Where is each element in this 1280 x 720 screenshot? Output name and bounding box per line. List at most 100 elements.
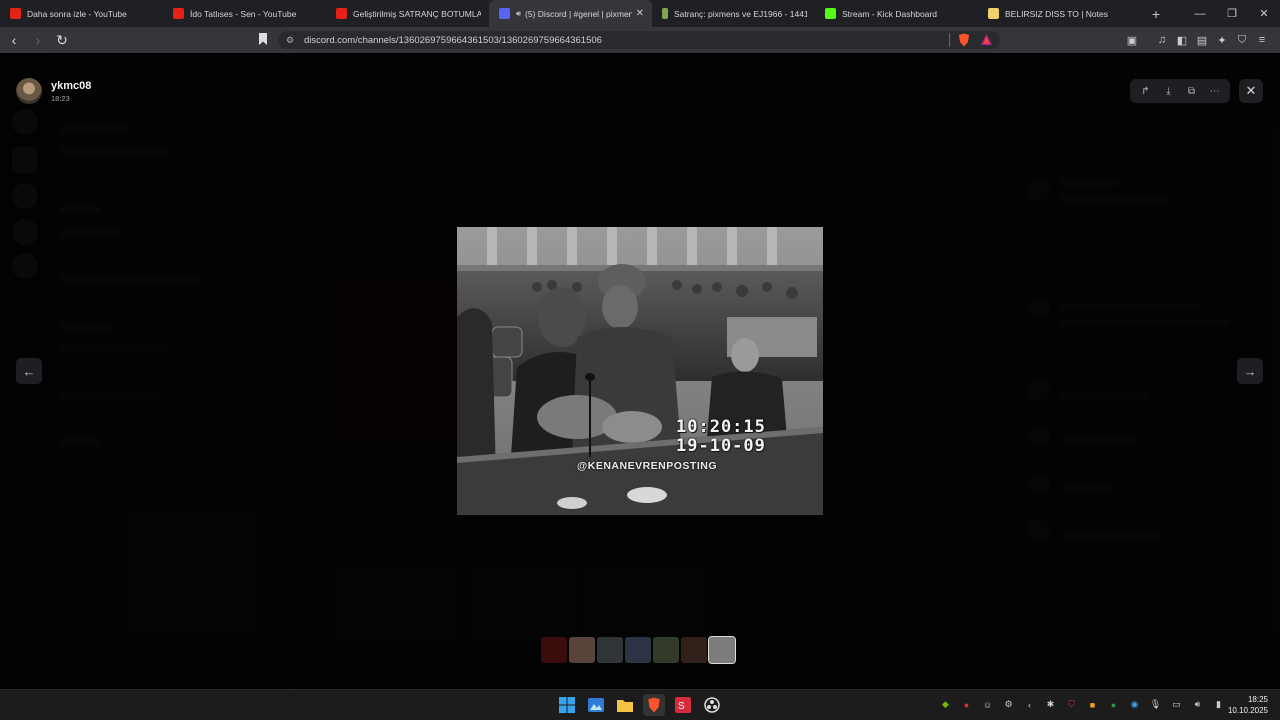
close-viewer-button[interactable]: ✕ <box>1239 79 1263 103</box>
audio-icon: 🔊︎ <box>516 8 522 18</box>
reload-icon[interactable]: ↻ <box>52 30 72 50</box>
open-external-icon[interactable]: ⧉ <box>1184 86 1200 97</box>
volume-icon[interactable]: 🔊︎ <box>1190 697 1205 712</box>
url-text: discord.com/channels/1360269759664361503… <box>304 34 602 46</box>
uploader-name: ykmc08 <box>51 79 92 92</box>
screenshot-icon[interactable]: ▣ <box>1124 32 1140 48</box>
restore-icon[interactable]: ❐ <box>1216 0 1248 27</box>
tab-youtube-watch-later[interactable]: Daha sonra izle - YouTube <box>0 0 163 27</box>
update-icon[interactable]: ● <box>1106 697 1121 712</box>
new-tab-button[interactable]: + <box>1145 0 1167 27</box>
forward-icon[interactable]: › <box>28 30 48 50</box>
back-icon[interactable]: ‹ <box>4 30 24 50</box>
close-window-icon[interactable]: ✕ <box>1248 0 1280 27</box>
steam-icon[interactable]: ⚙ <box>1001 697 1016 712</box>
system-tray: ◆ ● ☺ ⚙ ‹ ✱ ⛉ ■ ● ◉ 🎙︎ ▭ 🔊︎ ▮ <box>938 697 1226 712</box>
widgets-icon[interactable] <box>585 694 607 716</box>
tab-strip: Daha sonra izle - YouTube İdo Tatlıses -… <box>0 0 1280 27</box>
vpn-icon[interactable]: ⛉ <box>1234 32 1250 48</box>
media-icon[interactable]: ♫ <box>1154 32 1170 48</box>
bluetooth-icon[interactable]: ✱ <box>1043 697 1058 712</box>
tab-title: Geliştirilmiş SATRANÇ BOTUMLA MA <box>353 8 481 19</box>
tab-title: Daha sonra izle - YouTube <box>27 8 127 19</box>
youtube-icon <box>173 8 184 19</box>
thumbnail[interactable] <box>681 637 707 663</box>
file-explorer-icon[interactable] <box>614 694 636 716</box>
address-bar[interactable]: ⚙ discord.com/channels/13602697596643615… <box>278 31 1000 49</box>
leo-ai-icon[interactable]: ✦ <box>1214 32 1230 48</box>
tab-chess[interactable]: Satranç: pixmens ve EJ1966 - 14412 <box>652 0 815 27</box>
media-watermark: @KENANEVRENPOSTING <box>577 460 718 472</box>
tab-kick[interactable]: Stream - Kick Dashboard <box>815 0 978 27</box>
tab-title: Stream - Kick Dashboard <box>842 8 937 19</box>
discord-icon <box>499 8 510 19</box>
menu-icon[interactable]: ≡ <box>1254 32 1270 48</box>
obs-icon[interactable] <box>701 694 723 716</box>
app-icon[interactable]: S <box>672 694 694 716</box>
thumbnail-selected[interactable] <box>708 636 736 664</box>
chevron-left-icon[interactable]: ‹ <box>1022 697 1037 712</box>
upload-time: 18:23 <box>51 93 70 103</box>
network-icon[interactable]: ◉ <box>1127 697 1142 712</box>
next-media-button[interactable]: → <box>1237 358 1263 384</box>
windows-taskbar: S ◆ ● ☺ ⚙ ‹ ✱ ⛉ ■ ● ◉ 🎙︎ ▭ 🔊︎ ▮ 18:25 10… <box>0 689 1280 720</box>
wallet-icon[interactable]: ▤ <box>1194 32 1210 48</box>
tab-youtube-ido[interactable]: İdo Tatlıses - Sen - YouTube <box>163 0 326 27</box>
tab-discord[interactable]: 🔊︎ (5) Discord | #genel | pixmen ✕ <box>489 0 652 27</box>
thumbnail[interactable] <box>597 637 623 663</box>
youtube-icon <box>10 8 21 19</box>
security-icon[interactable]: ⛉ <box>1064 697 1079 712</box>
avatar[interactable] <box>16 78 42 104</box>
brave-rewards-icon[interactable] <box>980 33 993 46</box>
clock-date: 10.10.2025 <box>1227 706 1268 715</box>
thumbnail[interactable] <box>541 637 567 663</box>
thumbnail[interactable] <box>625 637 651 663</box>
video-timestamp-date: 19-10-09 <box>676 436 766 456</box>
chess-pawn-icon <box>662 8 668 19</box>
tab-title: Satranç: pixmens ve EJ1966 - 14412 <box>674 8 807 19</box>
clock-time: 18:25 <box>1247 695 1268 704</box>
sidebar-icon[interactable]: ◧ <box>1174 32 1190 48</box>
discord-tray-icon[interactable]: ☺ <box>980 697 995 712</box>
record-icon[interactable]: ● <box>959 697 974 712</box>
thumbnail[interactable] <box>653 637 679 663</box>
video-timestamp-time: 10:20:15 <box>676 417 766 437</box>
forward-icon[interactable]: ↱ <box>1138 86 1154 97</box>
divider <box>949 33 950 47</box>
viewer-toolbar: ↱ ⤓ ⧉ ⋯ <box>1130 79 1230 103</box>
thumbnail[interactable] <box>569 637 595 663</box>
download-icon[interactable]: ⤓ <box>1161 86 1177 97</box>
window-controls: — ❐ ✕ <box>1184 0 1280 27</box>
tab-title: BELIRSIZ DISS TO | Notes <box>1005 8 1108 19</box>
notes-icon <box>988 8 999 19</box>
microphone-icon[interactable]: 🎙︎ <box>1148 697 1163 712</box>
site-settings-icon[interactable]: ⚙ <box>286 35 296 46</box>
close-tab-icon[interactable]: ✕ <box>636 8 644 19</box>
bookmark-icon[interactable] <box>258 32 268 46</box>
windows-start-icon[interactable] <box>556 694 578 716</box>
uploader-info: ykmc08 18:23 <box>16 78 91 104</box>
taskbar-apps: S <box>556 694 723 716</box>
tab-title: (5) Discord | #genel | pixmen <box>525 8 632 19</box>
nvidia-icon[interactable]: ◆ <box>938 697 953 712</box>
brave-icon[interactable] <box>643 694 665 716</box>
battery-icon[interactable]: ▮ <box>1211 697 1226 712</box>
youtube-icon <box>336 8 347 19</box>
app-tray-icon[interactable]: ■ <box>1085 697 1100 712</box>
brave-shields-icon[interactable] <box>958 33 970 47</box>
tab-title: İdo Tatlıses - Sen - YouTube <box>190 8 297 19</box>
media-image[interactable]: 10:20:15 19-10-09 @KENANEVRENPOSTING <box>457 227 823 515</box>
more-icon[interactable]: ⋯ <box>1207 86 1223 97</box>
tab-notes[interactable]: BELIRSIZ DISS TO | Notes <box>978 0 1141 27</box>
kick-icon <box>825 8 836 19</box>
svg-text:S: S <box>678 701 685 712</box>
tab-youtube-chess-bot[interactable]: Geliştirilmiş SATRANÇ BOTUMLA MA <box>326 0 489 27</box>
previous-media-button[interactable]: ← <box>16 358 42 384</box>
display-icon[interactable]: ▭ <box>1169 697 1184 712</box>
thumbnail-strip <box>541 636 736 664</box>
toolbar-right-icons: ▣ ♫ ◧ ▤ ✦ ⛉ ≡ <box>1124 32 1270 48</box>
minimize-icon[interactable]: — <box>1184 0 1216 27</box>
system-clock[interactable]: 18:25 10.10.2025 <box>1228 694 1268 716</box>
browser-toolbar: ‹ › ↻ ⚙ discord.com/channels/13602697596… <box>0 27 1280 53</box>
